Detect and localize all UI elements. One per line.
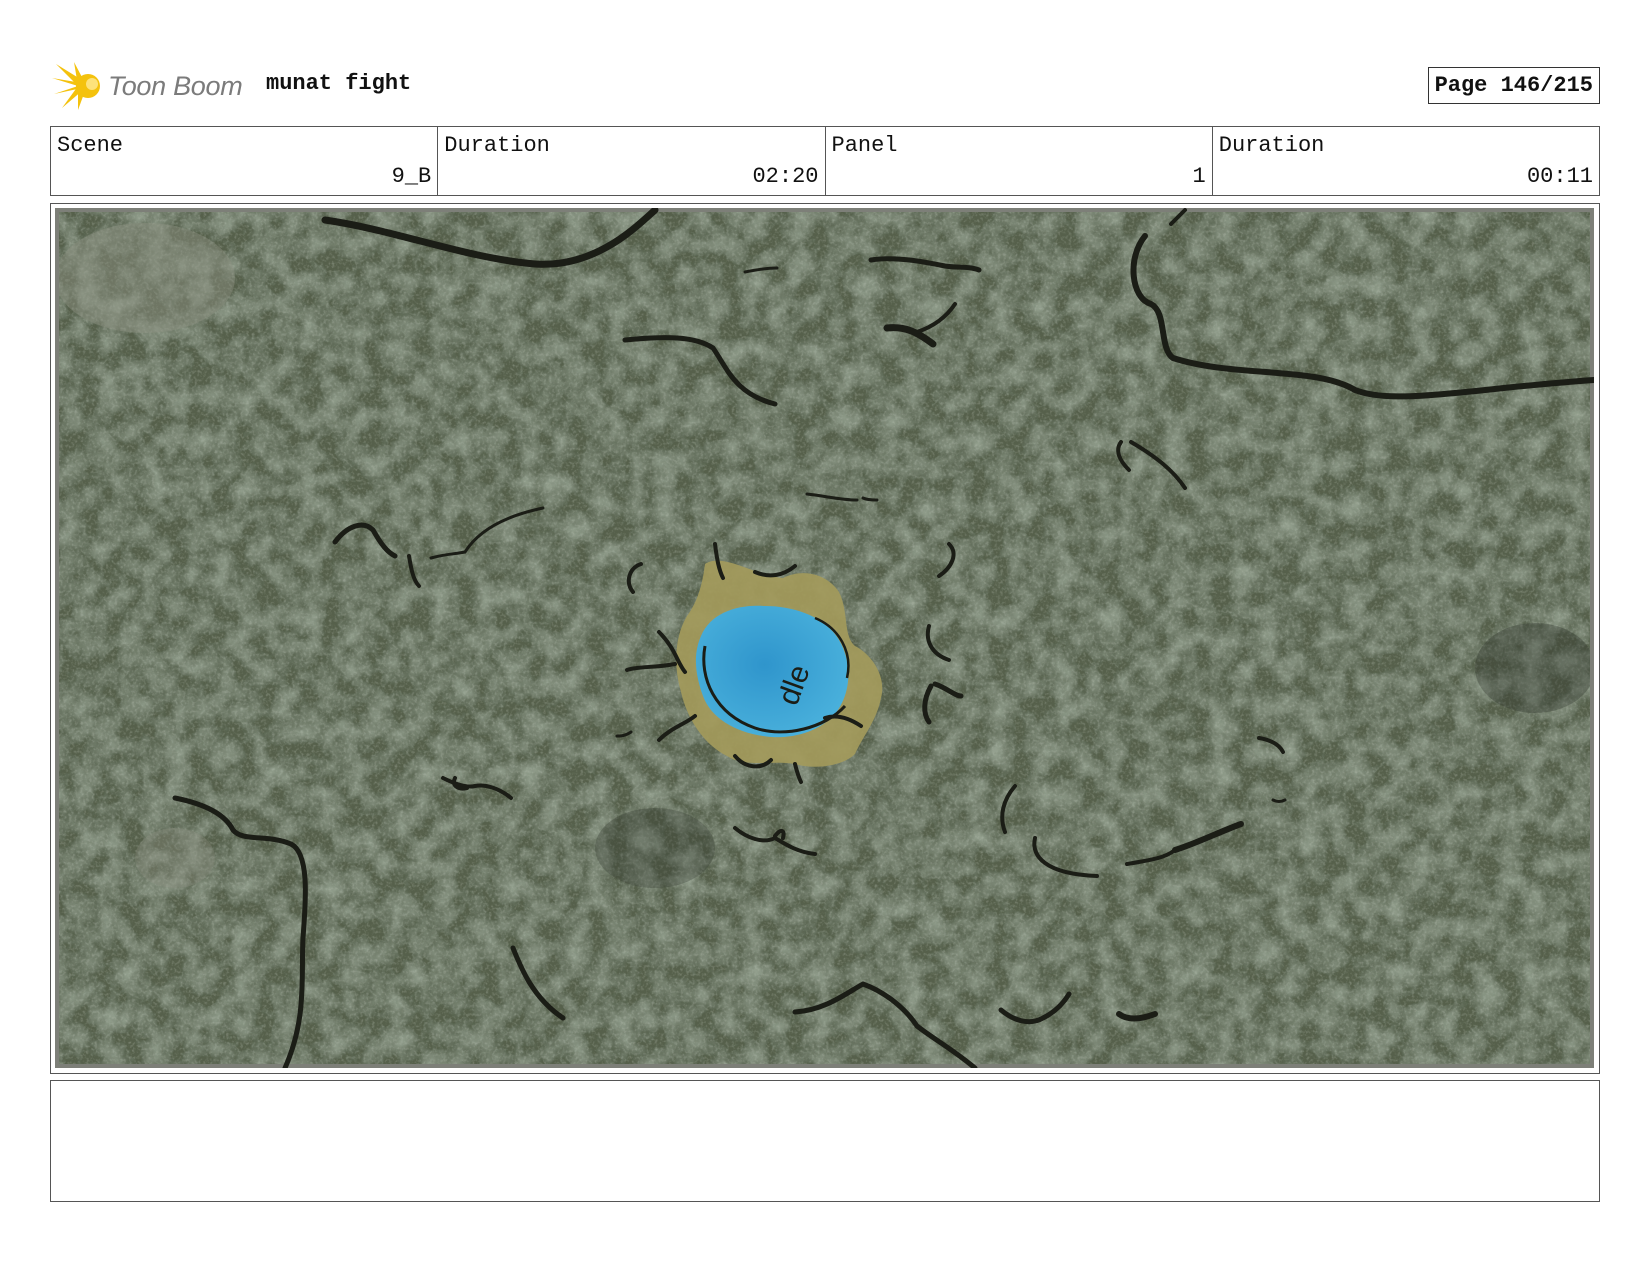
page-number: Page 146/215 (1427, 67, 1600, 104)
panel-notes (50, 1080, 1600, 1202)
panel-drawing: dle (55, 208, 1594, 1068)
panel-label: Panel (831, 133, 898, 158)
toon-boom-logo: Toon Boom (52, 58, 243, 114)
panel-value: 1 (1192, 164, 1206, 189)
scene-value: 9_B (391, 164, 432, 189)
page-header: Toon Boom munat fight Page 146/215 (50, 58, 1600, 114)
panel-duration-label: Duration (1218, 133, 1325, 158)
panel-cell: Panel 1 (826, 127, 1213, 195)
scene-info-table: Scene 9_B Duration 02:20 Panel 1 Duratio… (50, 126, 1600, 196)
scene-duration-cell: Duration 02:20 (438, 127, 826, 195)
panel-duration-value: 00:11 (1526, 164, 1593, 189)
logo-text: Toon Boom (108, 70, 243, 101)
scene-cell: Scene 9_B (51, 127, 439, 195)
scene-duration-value: 02:20 (752, 164, 819, 189)
scene-duration-label: Duration (444, 133, 550, 158)
storyboard-panel: dle (50, 203, 1600, 1074)
starburst-icon (52, 62, 100, 110)
scene-label: Scene (57, 133, 124, 158)
project-title: munat fight (266, 71, 412, 96)
panel-duration-cell: Duration 00:11 (1213, 127, 1599, 195)
